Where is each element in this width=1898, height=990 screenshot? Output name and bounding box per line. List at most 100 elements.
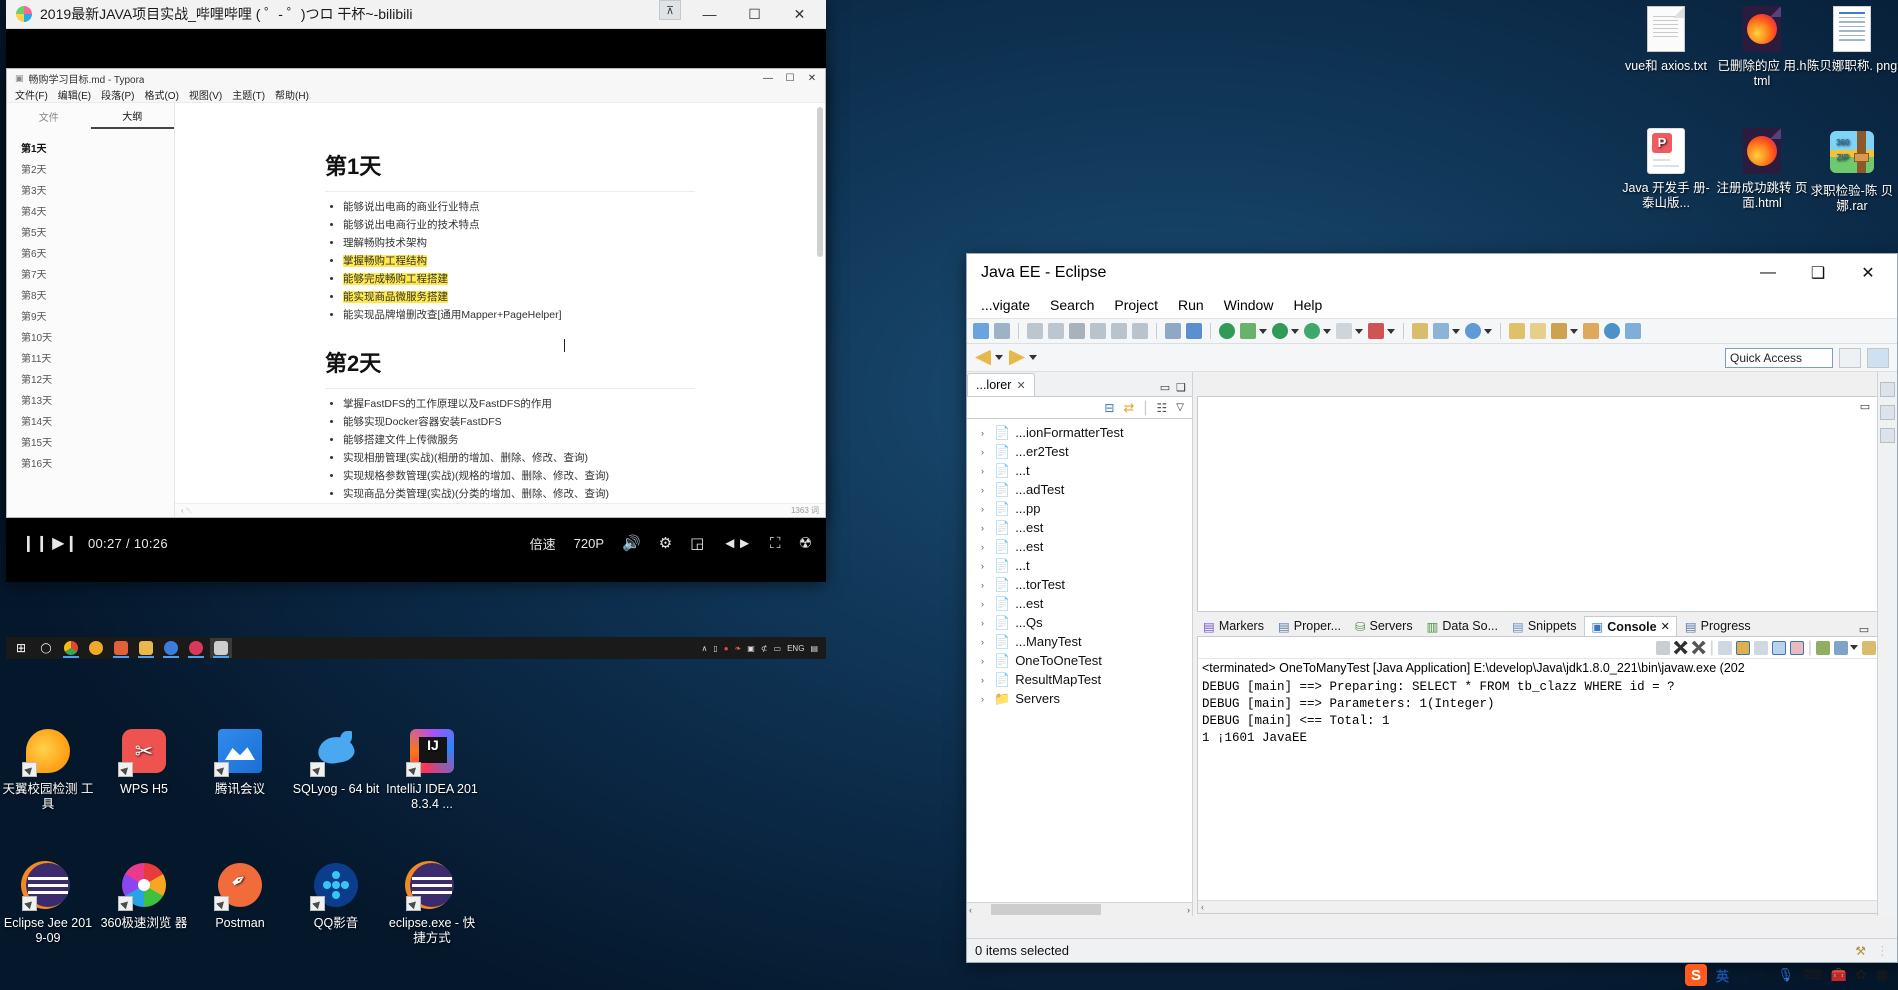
pin-console-icon[interactable] [1816,640,1830,655]
suspend-icon[interactable] [1048,323,1064,339]
outline-item-day16[interactable]: 第16天 [21,452,174,473]
tree-item[interactable]: › 📁 Servers [967,689,1192,708]
package-explorer-tree[interactable]: › 📄 ...ionFormatterTest › 📄 ...er2Test › 📄...… [967,418,1192,902]
status-build-icon[interactable]: ⚒ [1855,944,1866,958]
skin-icon[interactable]: ✿ [1856,967,1867,983]
show-console-on-output-icon[interactable] [1771,640,1786,655]
menu-help[interactable]: 帮助(H) [275,87,309,102]
show-console-on-error-icon[interactable] [1789,640,1804,655]
menu-edit[interactable]: 编辑(E) [58,87,91,102]
menu-theme[interactable]: 主题(T) [232,87,265,102]
console-output[interactable]: DEBUG [main] ==> Preparing: SELECT * FRO… [1198,677,1892,900]
forward-arrow-icon[interactable] [1009,349,1025,366]
eclipse-maximize-button[interactable]: ❑ [1793,254,1843,292]
forward-dropdown-icon[interactable] [1029,355,1037,360]
menu-icon[interactable]: ▦ [1876,967,1888,983]
run-dropdown-icon[interactable] [1291,328,1299,334]
danmaku-icon[interactable]: ☢ [799,534,812,552]
tab-markers[interactable]: ▤ Markers [1197,616,1270,636]
tab-progress[interactable]: ▤ Progress [1679,616,1757,636]
tree-item[interactable]: › 📄 OneToOneTest [967,651,1192,670]
console-hscrollbar[interactable]: ‹ › [1198,900,1892,913]
outline-toggle-icon[interactable]: ‹ ␡ [181,506,192,516]
desktop-icon-chenbeina-png[interactable]: 陈贝娜职称. png [1806,6,1898,74]
tray-action-center-icon[interactable]: ▤ [810,644,818,653]
minimize-editor-icon[interactable]: ▭ [1860,400,1870,413]
desktop-icon-tencent-meeting[interactable]: 腾讯会议 [194,727,286,797]
word-wrap-icon[interactable] [1753,640,1768,655]
scroll-lock-icon[interactable] [1735,640,1750,655]
debug-dropdown-icon[interactable] [1259,328,1267,334]
toolbox-icon[interactable]: 🧰 [1831,967,1847,983]
desktop-icon-postman[interactable]: ✒ Postman [194,861,286,931]
desktop-icon-eclipse-exe-shortcut[interactable]: eclipse.exe - 快捷方式 [386,861,478,946]
server-start-icon[interactable] [1219,323,1235,339]
menu-search[interactable]: Search [1050,297,1094,313]
view-menu-icon[interactable]: ☷ [1157,401,1168,415]
remove-launch-icon[interactable] [1673,640,1688,655]
next-episode-button[interactable]: ▶❙ [50,533,80,553]
eclipse-close-button[interactable]: ✕ [1843,254,1893,292]
outline-item-day3[interactable]: 第3天 [21,179,174,200]
tree-item[interactable]: › 📄 ...est [967,518,1192,537]
taskbar-app-chrome[interactable] [60,638,82,658]
tree-item[interactable]: › 📄 ...Qs [967,613,1192,632]
outline-item-day14[interactable]: 第14天 [21,410,174,431]
browser-titlebar[interactable]: 2019最新JAVA项目实战_哔哩哔哩 ( ゜- ゜)つロ 干杯~-bilibi… [6,0,826,29]
start-button[interactable]: ⊞ [10,638,32,658]
search-dropdown-icon[interactable] [1570,328,1578,334]
outline-item-day2[interactable]: 第2天 [21,158,174,179]
scroll-thumb[interactable] [991,904,1101,915]
save-icon[interactable] [973,323,989,339]
close-icon[interactable]: ✕ [1661,620,1670,633]
tree-item[interactable]: › 📄 ...est [967,537,1192,556]
taskbar-app-browser[interactable] [85,638,107,658]
browser-maximize-button[interactable]: ☐ [732,0,777,28]
fullscreen-icon[interactable]: ⛶ [770,535,781,552]
tab-servers[interactable]: ⛁ Servers [1349,616,1419,636]
menu-project[interactable]: Project [1114,297,1158,313]
package-explorer-hscrollbar[interactable]: ‹ › [967,902,1192,916]
typora-editor[interactable]: 第1天 能够说出电商的商业行业特点 能够说出电商行业的技术特点 理解畅购技术架构… [175,103,825,517]
typora-maximize-button[interactable]: ☐ [779,70,801,86]
tray-warning-icon[interactable]: ▣ [747,644,755,653]
pin-button[interactable]: ⊼ [659,0,681,20]
new-java-project-icon[interactable] [1412,323,1428,339]
menu-paragraph[interactable]: 段落(P) [101,87,134,102]
menu-window[interactable]: Window [1224,297,1274,313]
outline-item-day15[interactable]: 第15天 [21,431,174,452]
format-icon[interactable] [1186,323,1202,339]
outline-item-day8[interactable]: 第8天 [21,284,174,305]
browser-minimize-button[interactable]: — [687,0,732,28]
terminate-icon[interactable] [1655,640,1670,655]
link-with-editor-icon[interactable]: ⇄ [1123,400,1134,416]
menu-view[interactable]: 视图(V) [189,87,222,102]
markdown-document[interactable]: 第1天 能够说出电商的商业行业特点 能够说出电商行业的技术特点 理解畅购技术架构… [175,103,825,517]
scroll-right-icon[interactable]: › [1187,905,1190,915]
task-list-icon[interactable] [1880,405,1895,420]
outline-item-day9[interactable]: 第9天 [21,305,174,326]
new-package-icon[interactable] [1433,323,1449,339]
desktop-icon-register-success-html[interactable]: 注册成功跳转 页面.html [1716,128,1808,211]
scroll-left-icon[interactable]: ‹ [1201,902,1204,912]
menu-run[interactable]: Run [1178,297,1204,313]
gear-icon[interactable]: ⚙ [659,534,672,552]
tab-files[interactable]: 文件 [7,103,91,129]
mic-icon[interactable]: 🎙 [1777,967,1794,983]
minimize-console-icon[interactable]: ▭ [1859,623,1869,636]
open-type-icon[interactable] [1509,323,1525,339]
menu-format[interactable]: 格式(O) [144,87,178,102]
resume-icon[interactable] [1027,323,1043,339]
tree-item[interactable]: › 📄 ResultMapTest [967,670,1192,689]
stop-dropdown-icon[interactable] [1355,328,1363,334]
editor-scrollbar[interactable] [817,107,823,257]
outline-item-day13[interactable]: 第13天 [21,389,174,410]
desktop-icon-tianyi-campus-tool[interactable]: 天翼校园检测 工具 [2,727,94,812]
typora-titlebar[interactable]: ▣ 畅购学习目标.md - Typora — ☐ ✕ [7,69,825,87]
video-quality-button[interactable]: 720P [574,536,604,551]
desktop-icon-qq-player[interactable]: QQ影音 [290,861,382,931]
disconnect-icon[interactable] [1090,323,1106,339]
web-browser-icon[interactable] [1604,323,1620,339]
remove-all-launches-icon[interactable] [1691,640,1706,655]
open-resource-icon[interactable] [1530,323,1546,339]
